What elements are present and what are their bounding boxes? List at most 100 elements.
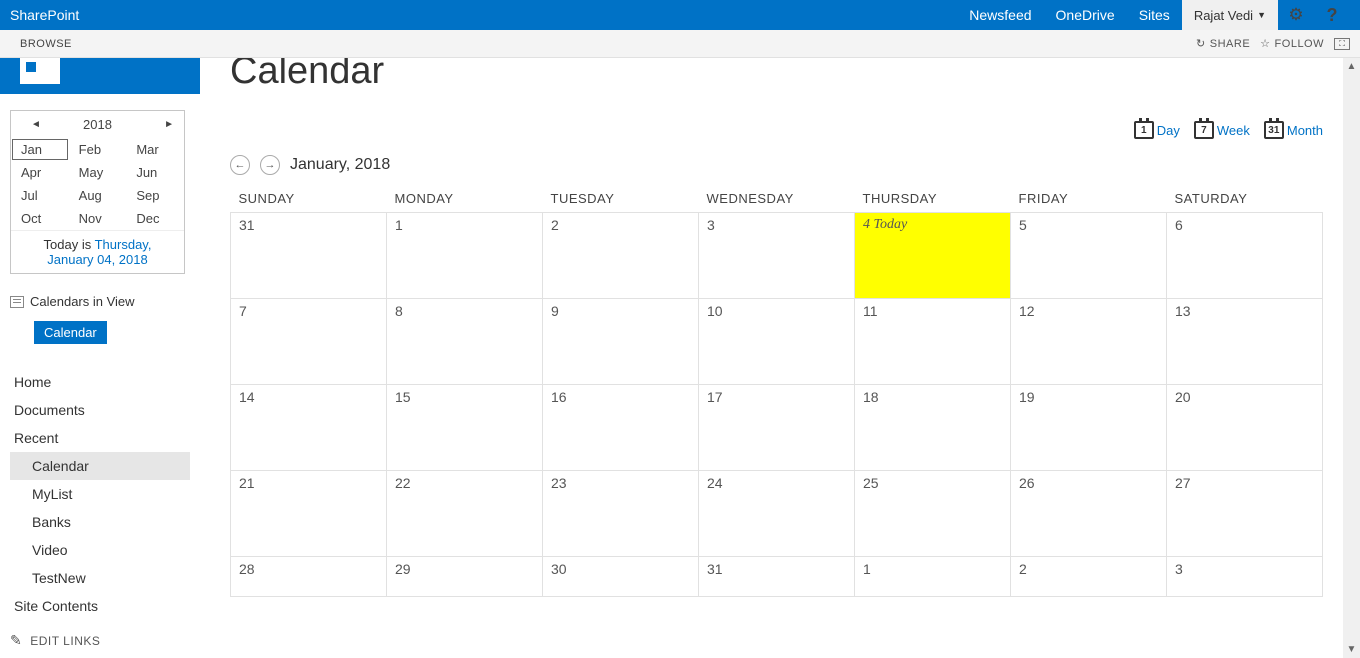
dow-fri: FRIDAY (1011, 185, 1167, 213)
day-cell[interactable]: 10 (699, 299, 855, 385)
day-cell[interactable]: 16 (543, 385, 699, 471)
scroll-down-icon[interactable]: ▼ (1343, 641, 1360, 658)
user-menu[interactable]: Rajat Vedi ▼ (1182, 0, 1278, 30)
dow-sat: SATURDAY (1167, 185, 1323, 213)
next-month[interactable]: → (260, 155, 280, 175)
view-month-label: Month (1287, 123, 1323, 138)
overlay-chip-calendar[interactable]: Calendar (34, 321, 107, 344)
nav-site-contents[interactable]: Site Contents (10, 592, 190, 620)
view-week[interactable]: 7 Week (1194, 121, 1250, 139)
mini-month-oct[interactable]: Oct (11, 207, 69, 230)
day-cell[interactable]: 13 (1167, 299, 1323, 385)
today-label: Today (870, 217, 907, 232)
nav-documents[interactable]: Documents (10, 396, 190, 424)
mini-month-jan[interactable]: Jan (11, 138, 69, 161)
day-cell[interactable]: 22 (387, 471, 543, 557)
day-cell[interactable]: 9 (543, 299, 699, 385)
mini-month-apr[interactable]: Apr (11, 161, 69, 184)
mini-today: Today is Thursday, January 04, 2018 (11, 230, 184, 273)
day-cell[interactable]: 28 (231, 557, 387, 597)
mini-month-sep[interactable]: Sep (126, 184, 184, 207)
nav-home[interactable]: Home (10, 368, 190, 396)
day-cell[interactable]: 26 (1011, 471, 1167, 557)
edit-links[interactable]: ✎ EDIT LINKS (10, 632, 190, 649)
mini-month-nov[interactable]: Nov (69, 207, 127, 230)
day-cell-today[interactable]: 4 Today (855, 213, 1011, 299)
view-day-label: Day (1157, 123, 1180, 138)
page-body: ◄ 2018 ► Jan Feb Mar Apr May Jun Jul Aug… (0, 58, 1360, 658)
nav-sub-mylist[interactable]: MyList (10, 480, 190, 508)
mini-next-year[interactable]: ► (164, 119, 174, 130)
day-cell[interactable]: 27 (1167, 471, 1323, 557)
month-header: ← → January, 2018 (230, 155, 1323, 175)
day-cell[interactable]: 8 (387, 299, 543, 385)
day-cell[interactable]: 5 (1011, 213, 1167, 299)
day-cell[interactable]: 2 (543, 213, 699, 299)
vertical-scrollbar[interactable]: ▲ ▼ (1343, 58, 1360, 658)
day-cell[interactable]: 23 (543, 471, 699, 557)
nav-sites[interactable]: Sites (1127, 0, 1182, 30)
day-cell[interactable]: 11 (855, 299, 1011, 385)
day-cell[interactable]: 20 (1167, 385, 1323, 471)
day-cell[interactable]: 1 (387, 213, 543, 299)
chevron-down-icon: ▼ (1257, 10, 1266, 20)
day-cell[interactable]: 29 (387, 557, 543, 597)
day-cell[interactable]: 18 (855, 385, 1011, 471)
main-content: Calendar 1 Day 7 Week 31 Month ← → Janua… (200, 58, 1343, 658)
nav-sub-testnew[interactable]: TestNew (10, 564, 190, 592)
day-cell[interactable]: 31 (231, 213, 387, 299)
nav-onedrive[interactable]: OneDrive (1044, 0, 1127, 30)
mini-month-dec[interactable]: Dec (126, 207, 184, 230)
share-icon: ↻ (1196, 37, 1206, 50)
nav-sub-calendar[interactable]: Calendar (10, 452, 190, 480)
day-cell[interactable]: 25 (855, 471, 1011, 557)
day-cell[interactable]: 14 (231, 385, 387, 471)
site-logo[interactable] (0, 58, 200, 94)
nav-newsfeed[interactable]: Newsfeed (957, 0, 1043, 30)
day-cell[interactable]: 12 (1011, 299, 1167, 385)
day-cell[interactable]: 24 (699, 471, 855, 557)
day-cell[interactable]: 17 (699, 385, 855, 471)
mini-month-jun[interactable]: Jun (126, 161, 184, 184)
nav-sub-video[interactable]: Video (10, 536, 190, 564)
day-cell[interactable]: 19 (1011, 385, 1167, 471)
day-cell[interactable]: 1 (855, 557, 1011, 597)
view-month[interactable]: 31 Month (1264, 121, 1323, 139)
help-icon[interactable]: ? (1314, 0, 1350, 30)
follow-button[interactable]: ☆ FOLLOW (1260, 37, 1324, 50)
mini-month-aug[interactable]: Aug (69, 184, 127, 207)
week-icon: 7 (1194, 121, 1214, 139)
day-cell[interactable]: 3 (699, 213, 855, 299)
view-day[interactable]: 1 Day (1134, 121, 1180, 139)
mini-month-may[interactable]: May (69, 161, 127, 184)
suite-links: Newsfeed OneDrive Sites Rajat Vedi ▼ ⚙ ? (957, 0, 1350, 30)
day-cell[interactable]: 15 (387, 385, 543, 471)
mini-calendar: ◄ 2018 ► Jan Feb Mar Apr May Jun Jul Aug… (10, 110, 185, 274)
view-switch: 1 Day 7 Week 31 Month (230, 121, 1323, 139)
edit-links-label: EDIT LINKS (30, 634, 100, 648)
mini-month-jul[interactable]: Jul (11, 184, 69, 207)
day-cell[interactable]: 21 (231, 471, 387, 557)
nav-recent[interactable]: Recent (10, 424, 190, 452)
day-icon: 1 (1134, 121, 1154, 139)
ribbon-tab-browse[interactable]: BROWSE (10, 32, 82, 56)
mini-prev-year[interactable]: ◄ (21, 119, 221, 130)
focus-icon[interactable]: ⛶ (1334, 38, 1350, 50)
scroll-up-icon[interactable]: ▲ (1343, 58, 1360, 75)
gear-icon[interactable]: ⚙ (1278, 0, 1314, 30)
mini-month-mar[interactable]: Mar (126, 138, 184, 161)
day-cell[interactable]: 3 (1167, 557, 1323, 597)
day-cell[interactable]: 30 (543, 557, 699, 597)
suite-brand[interactable]: SharePoint (10, 7, 79, 23)
prev-month[interactable]: ← (230, 155, 250, 175)
day-cell[interactable]: 31 (699, 557, 855, 597)
logo-icon (20, 58, 60, 84)
day-cell[interactable]: 7 (231, 299, 387, 385)
nav-sub-banks[interactable]: Banks (10, 508, 190, 536)
share-button[interactable]: ↻ SHARE (1196, 37, 1250, 50)
ribbon-actions: ↻ SHARE ☆ FOLLOW ⛶ (1196, 37, 1350, 50)
day-cell[interactable]: 2 (1011, 557, 1167, 597)
day-cell[interactable]: 6 (1167, 213, 1323, 299)
mini-month-feb[interactable]: Feb (69, 138, 127, 161)
dow-mon: MONDAY (387, 185, 543, 213)
